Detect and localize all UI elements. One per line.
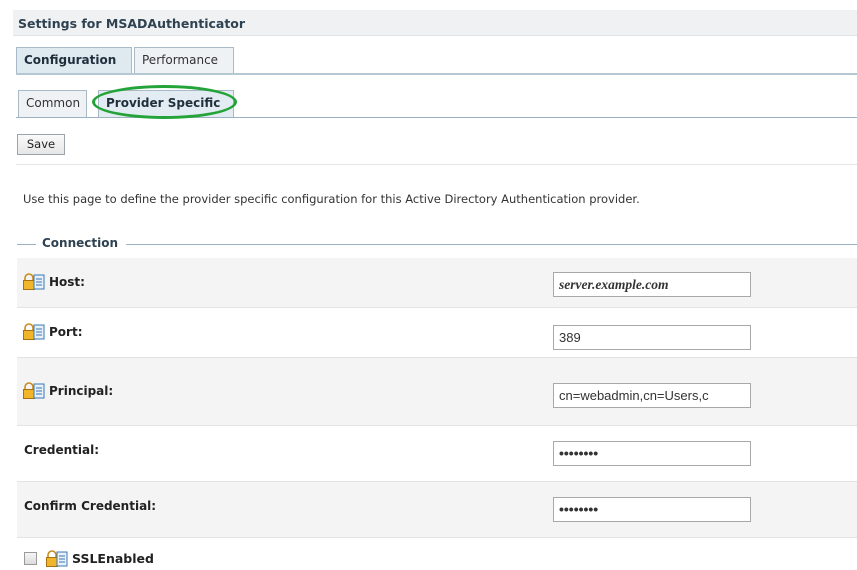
ssl-enabled-label: SSLEnabled bbox=[72, 551, 154, 566]
principal-row: Principal: cn=webadmin,cn=Users,c bbox=[17, 358, 857, 426]
lock-config-icon bbox=[23, 323, 45, 340]
host-label-text: Host: bbox=[49, 274, 85, 289]
host-input[interactable]: server.example.com bbox=[553, 272, 751, 297]
port-row: Port: 389 bbox=[17, 308, 857, 358]
port-input[interactable]: 389 bbox=[553, 325, 751, 350]
lock-config-icon bbox=[46, 550, 68, 567]
tab-performance[interactable]: Performance bbox=[134, 47, 234, 74]
tab-configuration[interactable]: Configuration bbox=[16, 47, 132, 74]
toolbar-divider bbox=[16, 164, 857, 165]
confirm-credential-row: Confirm Credential: •••••••• bbox=[17, 482, 857, 538]
port-label-text: Port: bbox=[49, 324, 83, 339]
ssl-enabled-checkbox[interactable] bbox=[24, 552, 37, 565]
principal-label: Principal: bbox=[23, 382, 113, 399]
section-line-left bbox=[17, 244, 36, 245]
ssl-enabled-row: SSLEnabled bbox=[24, 550, 154, 567]
subtab-underline bbox=[16, 117, 857, 118]
row-divider bbox=[17, 537, 857, 538]
section-line-right bbox=[126, 244, 857, 245]
page-title: Settings for MSADAuthenticator bbox=[18, 16, 246, 31]
save-button[interactable]: Save bbox=[17, 134, 65, 155]
tab-underline bbox=[16, 73, 857, 75]
principal-input[interactable]: cn=webadmin,cn=Users,c bbox=[553, 383, 751, 408]
port-label: Port: bbox=[23, 323, 83, 340]
credential-label: Credential: bbox=[24, 443, 99, 457]
tab-provider-specific[interactable]: Provider Specific bbox=[98, 90, 234, 117]
host-label: Host: bbox=[23, 273, 85, 290]
credential-row: Credential: •••••••• bbox=[17, 426, 857, 482]
page-description: Use this page to define the provider spe… bbox=[23, 192, 640, 206]
confirm-credential-input[interactable]: •••••••• bbox=[553, 497, 751, 522]
lock-config-icon bbox=[23, 382, 45, 399]
tab-common[interactable]: Common bbox=[18, 90, 87, 117]
connection-section-header: Connection bbox=[17, 236, 857, 252]
host-row: Host: server.example.com bbox=[17, 258, 857, 308]
settings-title-bar: Settings for MSADAuthenticator bbox=[13, 10, 857, 36]
section-title: Connection bbox=[42, 236, 119, 250]
lock-config-icon bbox=[23, 273, 45, 290]
principal-label-text: Principal: bbox=[49, 383, 114, 398]
confirm-credential-label: Confirm Credential: bbox=[24, 499, 157, 513]
credential-input[interactable]: •••••••• bbox=[553, 441, 751, 466]
